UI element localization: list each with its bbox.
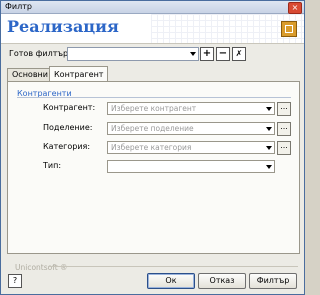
division-browse-button[interactable]: ...	[277, 122, 291, 136]
category-placeholder: Изберете категория	[111, 143, 192, 152]
counterparty-select[interactable]: Изберете контрагент	[107, 102, 275, 115]
division-placeholder: Изберете поделение	[111, 124, 194, 133]
category-select[interactable]: Изберете категория	[107, 141, 275, 154]
header-banner: Реализация	[1, 14, 304, 44]
tab-label: Контрагент	[54, 70, 104, 79]
remove-filter-button[interactable]: −	[216, 47, 230, 61]
filter-button[interactable]: Филтър	[249, 273, 297, 289]
tab-kontragent[interactable]: Контрагент	[49, 66, 109, 82]
clear-filter-button[interactable]: ✗	[232, 47, 246, 61]
type-label: Тип:	[43, 161, 62, 170]
counterparty-browse-button[interactable]: ...	[277, 102, 291, 116]
category-browse-button[interactable]: ...	[277, 141, 291, 155]
plus-icon: +	[202, 48, 212, 59]
chevron-down-icon[interactable]	[266, 107, 272, 111]
chevron-down-icon[interactable]	[266, 165, 272, 169]
counterparty-placeholder: Изберете контрагент	[111, 104, 197, 113]
filter-window: Филтр × Реализация Готов филтър: + − ✗ О…	[0, 0, 305, 295]
category-label: Категория:	[43, 142, 91, 151]
chevron-down-icon[interactable]	[266, 146, 272, 150]
footer-divider	[49, 266, 298, 267]
close-icon[interactable]: ×	[288, 2, 302, 14]
add-filter-button[interactable]: +	[200, 47, 214, 61]
tab-osnovni[interactable]: Основни	[7, 68, 53, 81]
brand-label: Unicontsoft ®	[15, 263, 68, 272]
division-select[interactable]: Изберете поделение	[107, 122, 275, 135]
chevron-down-icon[interactable]	[266, 127, 272, 131]
type-select[interactable]	[107, 160, 275, 173]
group-divider	[17, 97, 291, 98]
module-icon	[281, 21, 297, 37]
counterparty-label: Контрагент:	[43, 103, 96, 112]
window-title: Филтр	[5, 2, 32, 11]
help-icon[interactable]: ?	[8, 274, 22, 288]
cancel-button[interactable]: Отказ	[198, 273, 246, 289]
chevron-down-icon[interactable]	[190, 52, 196, 56]
tab-label: Основни	[12, 70, 48, 79]
ok-button[interactable]: Ок	[147, 273, 195, 289]
title-bar: Филтр ×	[1, 1, 304, 14]
page-title: Реализация	[7, 17, 119, 36]
filter-clear-icon: ✗	[235, 49, 243, 58]
ready-filter-label: Готов филтър:	[9, 49, 71, 58]
minus-icon: −	[218, 48, 228, 59]
ready-filter-select[interactable]	[67, 47, 199, 61]
division-label: Поделение:	[43, 123, 93, 132]
